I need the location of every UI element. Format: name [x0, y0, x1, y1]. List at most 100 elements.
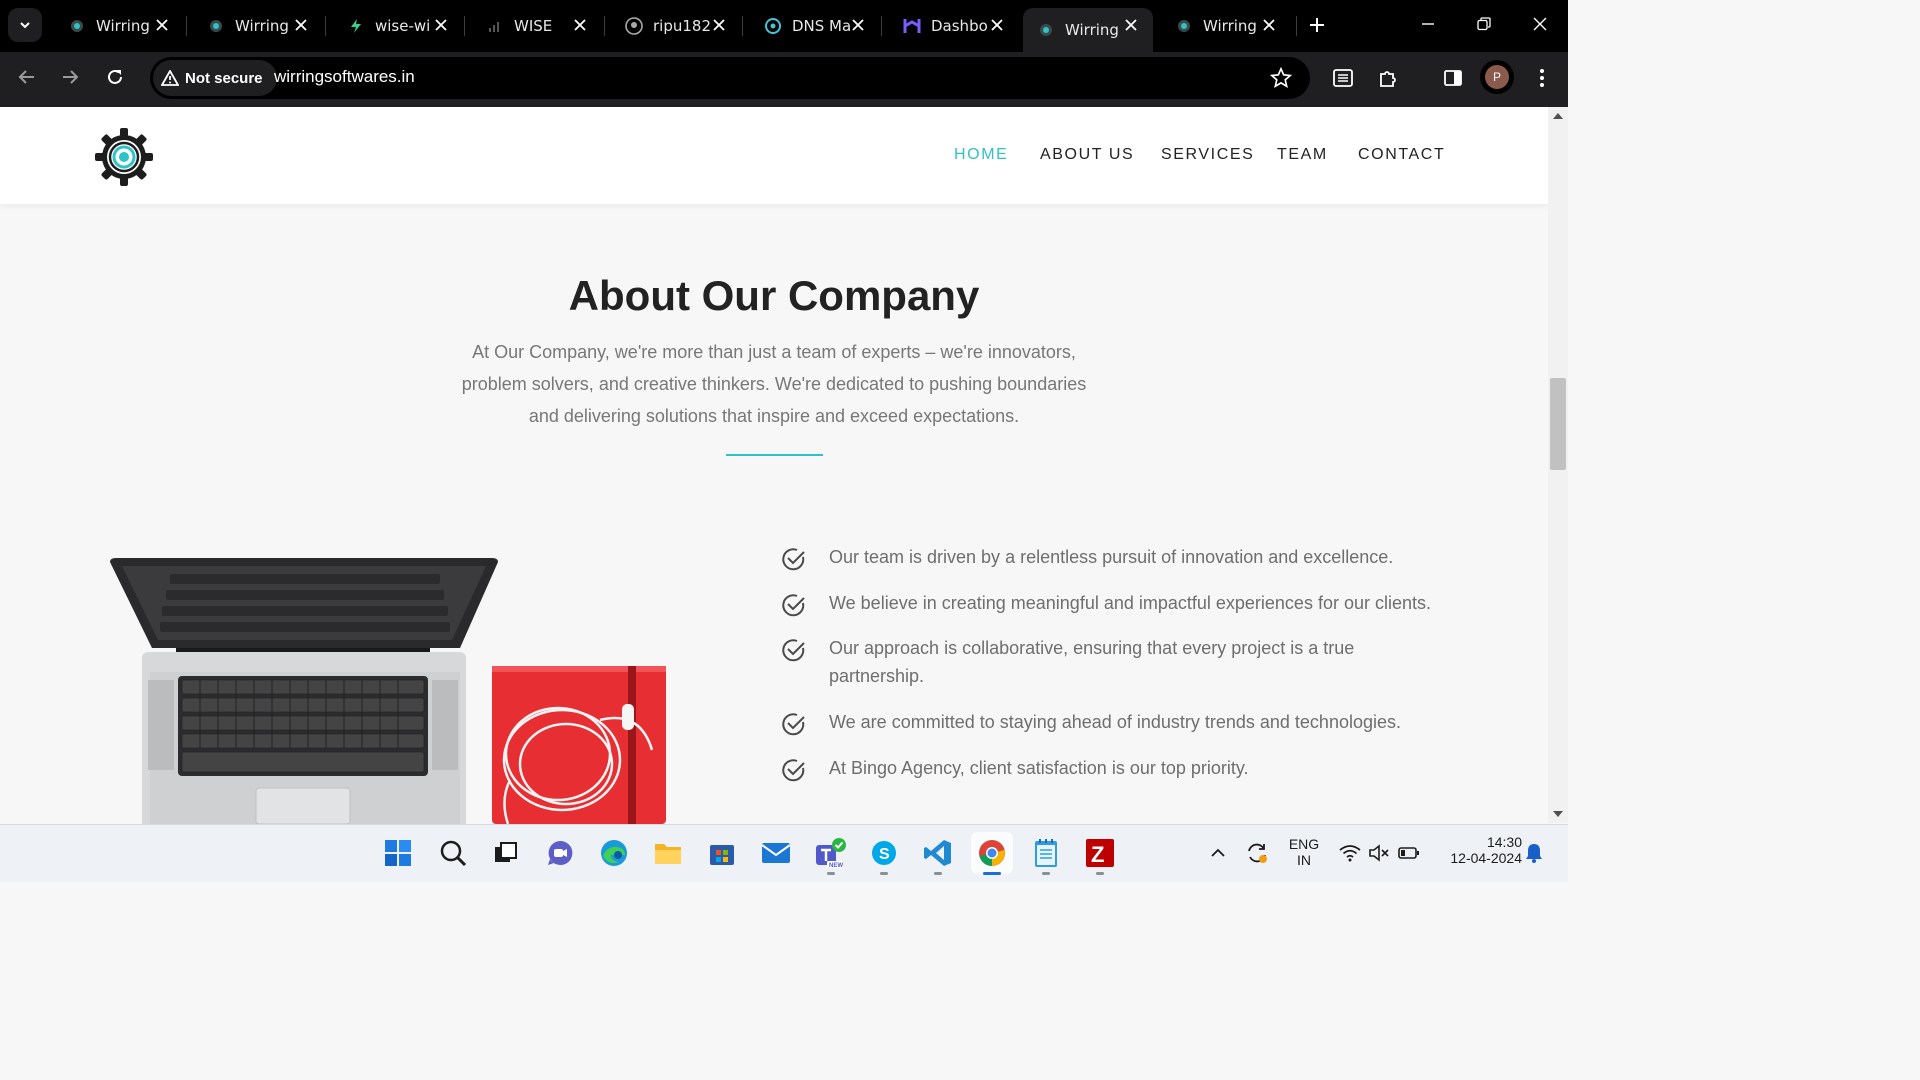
feature-item: Our team is driven by a relentless pursu… — [781, 543, 1469, 572]
gear-favicon-icon — [1037, 21, 1055, 39]
profile-avatar[interactable]: P — [1480, 60, 1514, 94]
tab-title: WISE — [514, 17, 553, 35]
tab-separator — [186, 16, 187, 36]
chevron-down-icon — [20, 22, 30, 29]
dashboard-favicon-icon — [903, 17, 921, 35]
notifications-button[interactable] — [1522, 832, 1546, 874]
reading-list-button[interactable] — [1327, 62, 1359, 94]
close-icon[interactable] — [1261, 17, 1277, 33]
running-indicator — [934, 872, 942, 875]
check-circle-icon — [782, 548, 805, 571]
back-button[interactable] — [11, 61, 43, 93]
browser-tab[interactable]: WISE — [472, 8, 602, 44]
browser-tab[interactable]: DNS Ma — [750, 8, 880, 44]
bolt-favicon-icon — [347, 17, 365, 35]
windows-logo-icon — [385, 840, 411, 866]
scroll-up-arrow-icon[interactable] — [1553, 113, 1563, 119]
close-icon[interactable] — [293, 17, 309, 33]
running-indicator — [1096, 872, 1104, 875]
new-tab-button[interactable] — [1302, 10, 1332, 40]
clock-time: 14:30 — [1486, 834, 1522, 850]
site-security-chip[interactable]: Not secure — [153, 60, 277, 96]
show-hidden-icons-button[interactable] — [1204, 832, 1232, 874]
filezilla-app[interactable]: Z — [1079, 832, 1121, 874]
restore-button[interactable] — [1456, 0, 1512, 48]
clock[interactable]: 14:30 12-04-2024 — [1432, 834, 1522, 866]
browser-menu-button[interactable] — [1526, 62, 1558, 94]
sync-icon — [1248, 843, 1267, 863]
running-indicator — [880, 872, 888, 875]
tab-title: Dashbo — [931, 17, 988, 35]
tab-title: wise-wi — [375, 17, 431, 35]
nav-about-us[interactable]: ABOUT US — [1040, 146, 1134, 164]
task-view-button[interactable] — [485, 832, 527, 874]
notepad-app[interactable] — [1025, 832, 1067, 874]
nav-home[interactable]: HOME — [954, 146, 1008, 164]
about-section-description: At Our Company, we're more than just a t… — [461, 342, 1087, 426]
url-text[interactable]: wirringsoftwares.in — [274, 67, 415, 87]
browser-tab[interactable]: ripu182 — [611, 8, 741, 44]
browser-tab-active[interactable]: Wirring — [1023, 8, 1153, 52]
close-icon[interactable] — [989, 17, 1005, 33]
mail-app[interactable] — [755, 832, 797, 874]
browser-tab[interactable]: Wirring — [1161, 8, 1291, 44]
puzzle-icon — [1380, 71, 1396, 87]
reload-button[interactable] — [99, 61, 131, 93]
close-icon[interactable] — [711, 17, 727, 33]
battery-button[interactable] — [1395, 832, 1423, 874]
feature-item: Our approach is collaborative, ensuring … — [781, 634, 1389, 690]
forward-button[interactable] — [54, 61, 86, 93]
close-icon[interactable] — [850, 17, 866, 33]
side-panel-button[interactable] — [1437, 62, 1469, 94]
close-icon[interactable] — [154, 17, 170, 33]
skype-app[interactable]: S — [863, 832, 905, 874]
plus-icon — [1310, 18, 1324, 32]
close-icon[interactable] — [1123, 17, 1139, 33]
browser-tab[interactable]: wise-wi — [333, 8, 463, 44]
chrome-app[interactable] — [971, 832, 1013, 874]
minimize-button[interactable] — [1400, 0, 1456, 48]
volume-button[interactable] — [1365, 832, 1393, 874]
start-button[interactable] — [377, 832, 419, 874]
sync-status-button[interactable] — [1240, 832, 1274, 874]
dns-favicon-icon — [764, 17, 782, 35]
close-icon[interactable] — [433, 17, 449, 33]
feature-text: Our approach is collaborative, ensuring … — [829, 638, 1355, 686]
folder-icon — [655, 844, 681, 864]
browser-tab[interactable]: Wirring — [54, 8, 184, 44]
nav-team[interactable]: TEAM — [1277, 146, 1328, 164]
language-code: ENG — [1288, 836, 1320, 852]
tab-search-button[interactable] — [8, 8, 42, 42]
scrollbar-thumb[interactable] — [1550, 378, 1566, 470]
microsoft-store-app[interactable] — [701, 832, 743, 874]
language-region: IN — [1297, 852, 1311, 868]
edge-app[interactable] — [593, 832, 635, 874]
tab-title: ripu182 — [653, 17, 711, 35]
vscode-app[interactable] — [917, 832, 959, 874]
chat-app[interactable] — [539, 832, 581, 874]
bookmark-star-button[interactable] — [1265, 62, 1297, 94]
close-icon[interactable] — [572, 17, 588, 33]
browser-tab[interactable]: Dashbo — [889, 8, 1019, 44]
minimize-icon — [1422, 23, 1434, 25]
github-favicon-icon — [625, 17, 643, 35]
signal-favicon-icon — [486, 17, 504, 35]
taskbar-search-button[interactable] — [432, 832, 474, 874]
language-indicator[interactable]: ENG IN — [1284, 836, 1324, 868]
nav-services[interactable]: SERVICES — [1161, 146, 1254, 164]
extensions-button[interactable] — [1372, 62, 1404, 94]
site-logo[interactable] — [93, 126, 155, 188]
gear-favicon-icon — [1175, 17, 1193, 35]
browser-tab[interactable]: Wirring — [193, 8, 323, 44]
teams-icon: NEW — [816, 838, 846, 869]
scroll-down-arrow-icon[interactable] — [1553, 811, 1563, 817]
file-explorer-app[interactable] — [647, 832, 689, 874]
running-indicator — [827, 872, 835, 875]
clock-date: 12-04-2024 — [1450, 850, 1522, 866]
close-window-button[interactable] — [1512, 0, 1568, 48]
network-button[interactable] — [1336, 832, 1364, 874]
restore-icon — [1477, 17, 1491, 31]
teams-app[interactable]: NEW — [809, 832, 851, 874]
active-app-indicator — [983, 872, 1001, 875]
nav-contact[interactable]: CONTACT — [1358, 146, 1445, 164]
